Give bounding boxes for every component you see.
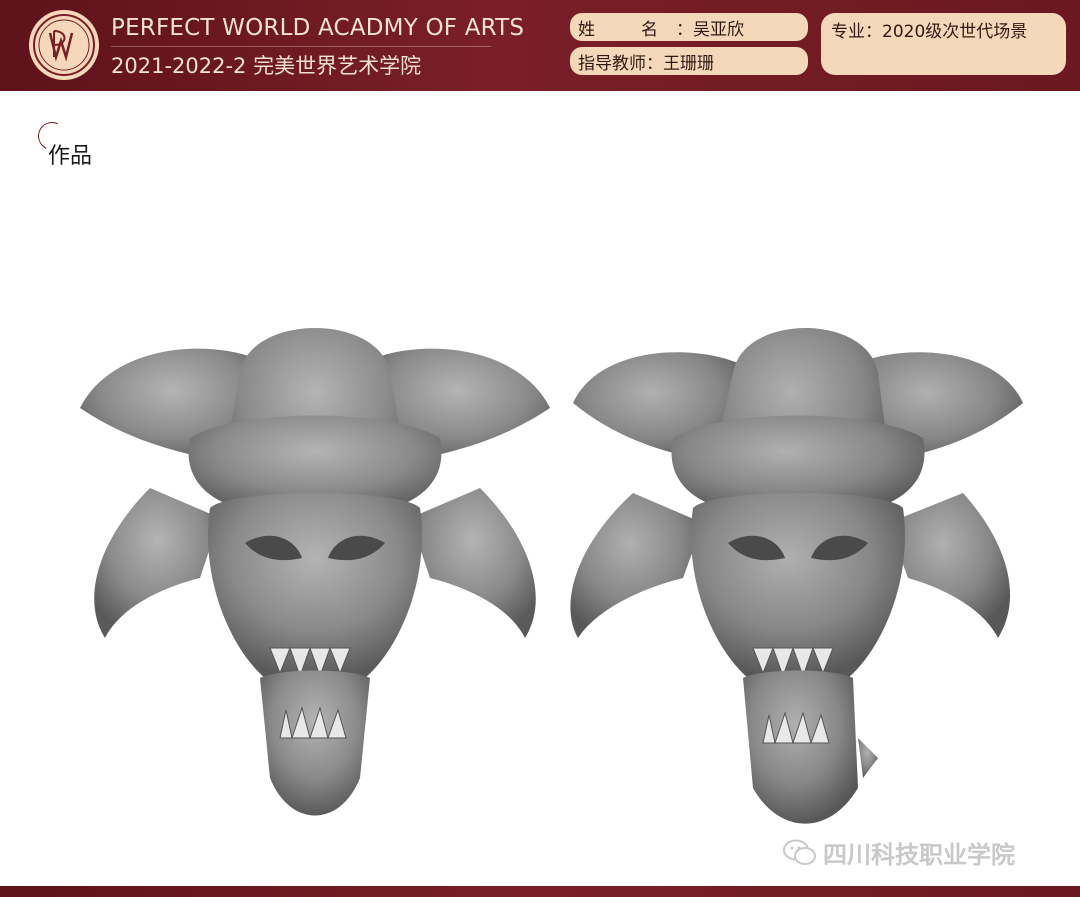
name-label: 姓名 bbox=[578, 19, 704, 40]
watermark: 四川科技职业学院 bbox=[783, 835, 1015, 870]
academy-logo bbox=[29, 10, 99, 80]
name-value: 吴亚欣 bbox=[693, 19, 744, 40]
render-stage bbox=[10, 198, 1080, 884]
major-pill: 专业： 2020级次世代场景 bbox=[821, 13, 1066, 75]
watermark-text: 四川科技职业学院 bbox=[823, 841, 1015, 869]
academy-title: PERFECT WORLD ACADMY OF ARTS bbox=[111, 15, 525, 41]
major-value: 2020级次世代场景 bbox=[882, 22, 1028, 42]
wechat-icon bbox=[783, 839, 816, 865]
title-divider bbox=[111, 46, 491, 47]
teacher-label: 指导教师： bbox=[578, 53, 663, 74]
major-label: 专业： bbox=[831, 22, 882, 42]
creature-sculpt-left bbox=[80, 328, 550, 816]
teacher-value: 王珊珊 bbox=[663, 53, 714, 74]
creature-sculpt-right bbox=[570, 328, 1023, 824]
header-banner: PERFECT WORLD ACADMY OF ARTS 2021-2022-2… bbox=[0, 0, 1080, 91]
name-separator: ： bbox=[676, 19, 693, 40]
semester-text: 2021-2022-2 完美世界艺术学院 bbox=[111, 54, 422, 78]
footer-band bbox=[0, 886, 1080, 897]
section-title: 作品 bbox=[48, 144, 93, 169]
teacher-pill: 指导教师： 王珊珊 bbox=[570, 47, 808, 75]
student-name-pill: 姓名 ： 吴亚欣 bbox=[570, 13, 808, 41]
